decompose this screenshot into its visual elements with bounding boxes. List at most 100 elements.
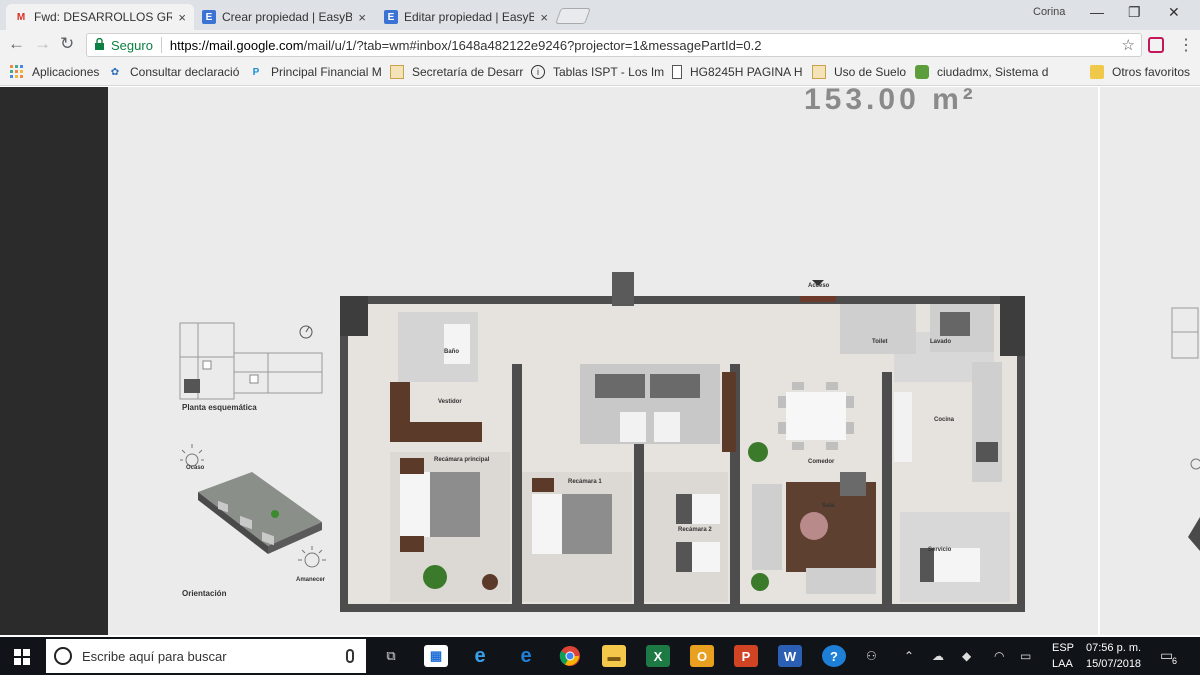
bookmark-star-icon[interactable]: ☆ <box>1122 36 1135 54</box>
bookmark-secretaria[interactable]: Secretaría de Desarr <box>390 65 523 79</box>
bookmark-otros[interactable]: Otros favoritos <box>1090 65 1190 79</box>
bath-label: Baño <box>444 349 459 355</box>
close-tab-icon[interactable]: × <box>178 10 186 25</box>
access-label: Acceso <box>808 283 830 289</box>
windows-start-icon[interactable] <box>14 649 30 665</box>
cortana-icon <box>54 647 72 665</box>
url-divider <box>160 37 162 53</box>
east-label: Amanecer <box>296 577 326 583</box>
principal-icon: P <box>252 66 260 78</box>
minimize-icon[interactable]: — <box>1090 4 1104 20</box>
language-label[interactable]: ESP <box>1052 642 1074 654</box>
microphone-icon[interactable] <box>346 649 354 663</box>
tab-crear-propiedad[interactable]: E Crear propiedad | EasyBr × <box>194 4 374 30</box>
dropbox-icon[interactable]: ◆ <box>962 649 971 663</box>
bookmark-label: Otros favoritos <box>1112 65 1191 79</box>
extension-icon[interactable] <box>1148 37 1164 53</box>
clock-time[interactable]: 07:56 p. m. <box>1086 642 1141 654</box>
onedrive-icon[interactable]: ☁ <box>932 649 944 663</box>
next-sun-icon <box>1190 458 1200 470</box>
back-icon[interactable]: ← <box>8 34 25 54</box>
notification-count: 6 <box>1172 656 1178 666</box>
taskbar-search[interactable]: Escribe aquí para buscar <box>46 639 366 673</box>
internet-explorer-icon[interactable]: e <box>468 645 492 667</box>
keyboard-layout-label[interactable]: LAA <box>1052 658 1073 670</box>
security-label: Seguro <box>111 37 153 53</box>
bookmarks-bar: Aplicaciones ✿ Consultar declaració P Pr… <box>0 60 1200 86</box>
excel-icon[interactable]: X <box>646 645 670 667</box>
bookmark-hg8245h[interactable]: HG8245H PAGINA H <box>672 65 803 79</box>
store-icon[interactable]: ▦ <box>424 645 448 667</box>
url-host: https://mail.google.com <box>169 37 304 53</box>
area-label: 153.00 m² <box>804 87 977 116</box>
edge-icon[interactable]: e <box>514 645 538 667</box>
people-icon[interactable]: ⚇ <box>866 649 877 663</box>
next-schematic-image <box>1171 307 1199 359</box>
close-tab-icon[interactable]: × <box>540 10 548 25</box>
tab-editar-propiedad[interactable]: E Editar propiedad | EasyBr × <box>376 4 556 30</box>
orientation-3d-image <box>180 444 326 568</box>
close-window-icon[interactable]: ✕ <box>1168 4 1180 21</box>
ciudadmx-icon <box>915 65 929 79</box>
bedroom1-label: Recámara 1 <box>568 479 602 485</box>
battery-icon[interactable]: ▭ <box>1020 649 1031 663</box>
chrome-icon[interactable] <box>558 645 582 667</box>
schematic-label: Planta esquemática <box>182 403 257 412</box>
help-icon[interactable]: ? <box>822 645 846 667</box>
tab-gmail[interactable]: M Fwd: DESARROLLOS GRU × <box>6 4 194 30</box>
page-content: 153.00 m² Planta esquemática Orientación… <box>0 87 1200 635</box>
bookmark-ciudadmx[interactable]: ciudadmx, Sistema d <box>915 65 1048 79</box>
word-icon[interactable]: W <box>778 645 802 667</box>
folder-icon <box>1090 65 1104 79</box>
closet-label: Vestidor <box>438 399 462 405</box>
bookmark-principal[interactable]: P Principal Financial M <box>249 65 382 79</box>
new-tab-button[interactable] <box>555 8 591 24</box>
wifi-icon[interactable]: ◠ <box>994 649 1004 663</box>
file-explorer-icon[interactable]: ▬ <box>602 645 626 667</box>
viewer-left-panel <box>0 87 108 635</box>
toilet-label: Toilet <box>872 339 888 345</box>
windows-taskbar: Escribe aquí para buscar ⧉ ▦ e e ▬ X O P… <box>0 637 1200 675</box>
bookmark-aplicaciones[interactable]: Aplicaciones <box>10 65 99 79</box>
gmail-icon: M <box>16 11 26 23</box>
lock-icon <box>95 38 104 50</box>
url-path: /mail/u/1/?tab=wm#inbox/1648a482122e9246… <box>303 37 762 53</box>
bedroom2-label: Recámara 2 <box>678 527 712 533</box>
outlook-icon[interactable]: O <box>690 645 714 667</box>
address-bar[interactable]: Seguro https://mail.google.com/mail/u/1/… <box>86 33 1142 57</box>
bookmark-label: Principal Financial M <box>271 65 382 79</box>
bookmark-label: HG8245H PAGINA H <box>690 65 803 79</box>
info-icon: i <box>531 65 545 79</box>
page-icon <box>812 65 826 79</box>
next-page-preview[interactable] <box>1100 87 1200 635</box>
restore-icon[interactable]: ❐ <box>1128 4 1141 21</box>
search-placeholder: Escribe aquí para buscar <box>82 648 227 664</box>
sat-icon: ✿ <box>110 66 120 78</box>
bookmark-uso-suelo[interactable]: Uso de Suelo <box>812 65 906 79</box>
dining-label: Comedor <box>808 459 835 465</box>
tab-title: Crear propiedad | EasyBr <box>222 10 353 24</box>
powerpoint-icon[interactable]: P <box>734 645 758 667</box>
page-icon <box>390 65 404 79</box>
forward-icon[interactable]: → <box>34 34 51 54</box>
bookmark-label: Tablas ISPT - Los Im <box>553 65 665 79</box>
close-tab-icon[interactable]: × <box>358 10 366 25</box>
document-icon <box>672 65 682 79</box>
bookmark-tablas-ispt[interactable]: i Tablas ISPT - Los Im <box>531 65 664 79</box>
bookmark-label: ciudadmx, Sistema d <box>937 65 1049 79</box>
bookmark-consultar[interactable]: ✿ Consultar declaració <box>108 65 240 79</box>
tab-title: Fwd: DESARROLLOS GRU <box>34 10 173 24</box>
orientation-label: Orientación <box>182 589 227 598</box>
living-label: Sala <box>822 503 835 509</box>
reload-icon[interactable]: ↻ <box>60 34 74 54</box>
west-label: Ocaso <box>186 465 205 471</box>
task-view-icon[interactable]: ⧉ <box>379 645 403 667</box>
chevron-up-icon[interactable]: ⌃ <box>904 649 914 663</box>
bookmark-label: Secretaría de Desarr <box>412 65 524 79</box>
clock-date[interactable]: 15/07/2018 <box>1086 658 1141 670</box>
bookmark-label: Consultar declaració <box>130 65 240 79</box>
menu-icon[interactable]: ⋮ <box>1178 35 1194 55</box>
floorplan-image <box>340 272 1025 612</box>
profile-name[interactable]: Corina <box>1033 6 1065 18</box>
schematic-plan-image <box>179 322 323 400</box>
